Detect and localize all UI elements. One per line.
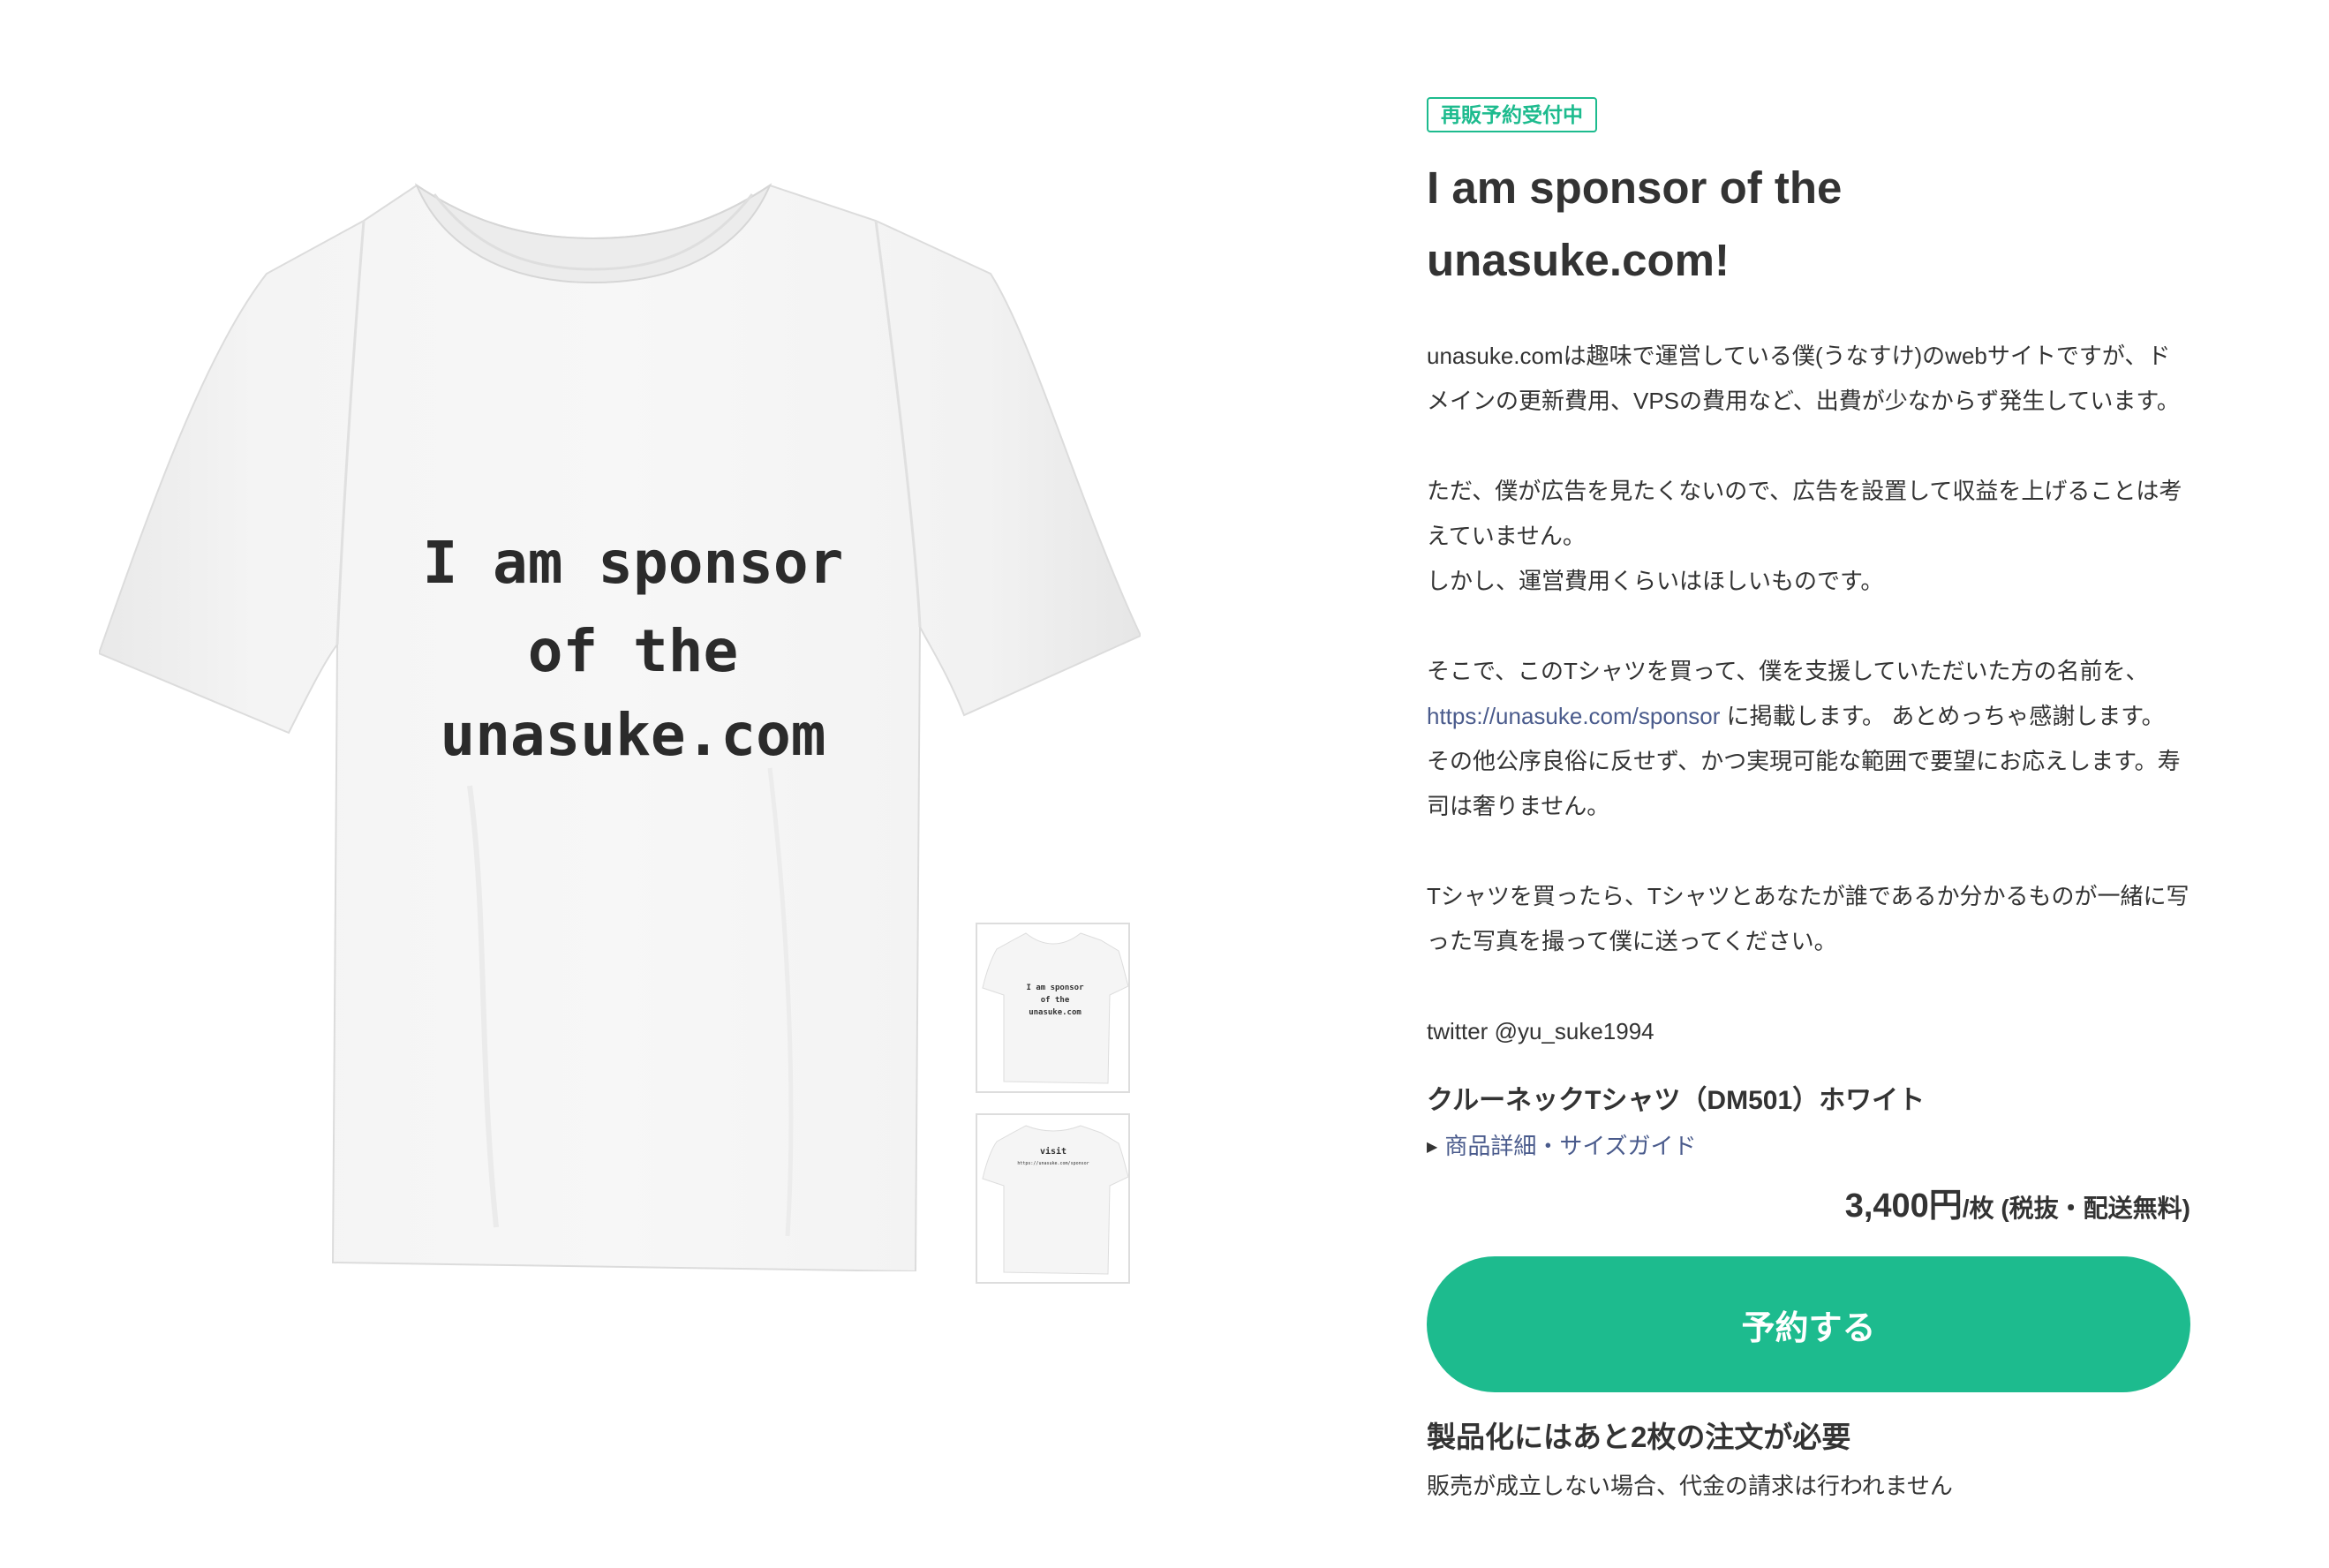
- order-requirement: 製品化にはあと2枚の注文が必要: [1427, 1421, 1851, 1453]
- item-name: クルーネックTシャツ（DM501）ホワイト: [1427, 1086, 1926, 1115]
- shirt-print-line1: I am sponsor: [423, 529, 844, 597]
- price-unit: /枚: [1962, 1195, 1994, 1222]
- caret-right-icon: ▶: [1427, 1140, 1438, 1155]
- tshirt-back-thumbnail: visit https://unasuke.com/sponsor: [982, 1125, 1128, 1275]
- back-print-line2: https://unasuke.com/sponsor: [1017, 1161, 1089, 1166]
- main-product-image: I am sponsor of the unasuke.com: [99, 168, 1141, 1271]
- tshirt-front-image: I am sponsor of the unasuke.com: [99, 183, 1141, 1271]
- reserve-button[interactable]: 予約する: [1427, 1256, 2190, 1392]
- thumb-print-line1: I am sponsor: [1026, 984, 1084, 992]
- back-print-line1: visit: [1040, 1146, 1067, 1157]
- description-paragraph-2-line1: ただ、僕が広告を見たくないので、広告を設置して収益を上げることは考えていません。: [1427, 478, 2182, 549]
- product-title-line1: I am sponsor of the: [1427, 162, 1843, 213]
- billing-note: 販売が成立しない場合、代金の請求は行われません: [1427, 1473, 1953, 1499]
- sponsor-page-link[interactable]: https://unasuke.com/sponsor: [1427, 703, 1720, 729]
- price-amount: 3,400円: [1844, 1187, 1963, 1225]
- description-paragraph-4: Tシャツを買ったら、Tシャツとあなたが誰であるか分かるものが一緒に写った写真を撮…: [1427, 883, 2190, 954]
- thumbnail-back[interactable]: visit https://unasuke.com/sponsor: [976, 1113, 1130, 1284]
- thumbnail-front[interactable]: I am sponsor of the unasuke.com: [976, 923, 1130, 1093]
- shirt-print-line3: unasuke.com: [440, 701, 825, 769]
- price: 3,400円/枚 (税抜・配送無料): [1427, 1178, 2190, 1226]
- description-paragraph-3-before: そこで、このTシャツを買って、僕を支援していただいた方の名前を、: [1427, 658, 2149, 684]
- price-note: (税抜・配送無料): [1994, 1195, 2190, 1222]
- tshirt-front-thumbnail: I am sponsor of the unasuke.com: [982, 932, 1128, 1084]
- description-paragraph-3: そこで、このTシャツを買って、僕を支援していただいた方の名前を、 https://…: [1427, 649, 2190, 829]
- status-badge: 再販予約受付中: [1427, 97, 1597, 132]
- product-title: I am sponsor of the unasuke.com!: [1427, 152, 2190, 297]
- product-info: 再販予約受付中 I am sponsor of the unasuke.com!…: [1427, 97, 2190, 1505]
- description-paragraph-1: unasuke.comは趣味で運営している僕(うなすけ)のwebサイトですが、ド…: [1427, 343, 2180, 414]
- thumb-print-line3: unasuke.com: [1029, 1008, 1082, 1017]
- description-paragraph-2-line2: しかし、運営費用くらいはほしいものです。: [1427, 568, 1884, 594]
- product-detail-size-guide-link[interactable]: ▶ 商品詳細・サイズガイド: [1427, 1127, 2190, 1167]
- product-title-line2: unasuke.com!: [1427, 235, 1730, 285]
- description-paragraph-5: twitter @yu_suke1994: [1427, 1018, 1654, 1044]
- product-description: unasuke.comは趣味で運営している僕(うなすけ)のwebサイトですが、ド…: [1427, 334, 2190, 1054]
- shirt-print-line2: of the: [528, 617, 738, 685]
- thumb-print-line2: of the: [1041, 996, 1070, 1005]
- detail-link-label: 商品詳細・サイズガイド: [1444, 1133, 1697, 1159]
- description-paragraph-2: ただ、僕が広告を見たくないので、広告を設置して収益を上げることは考えていません。…: [1427, 469, 2190, 604]
